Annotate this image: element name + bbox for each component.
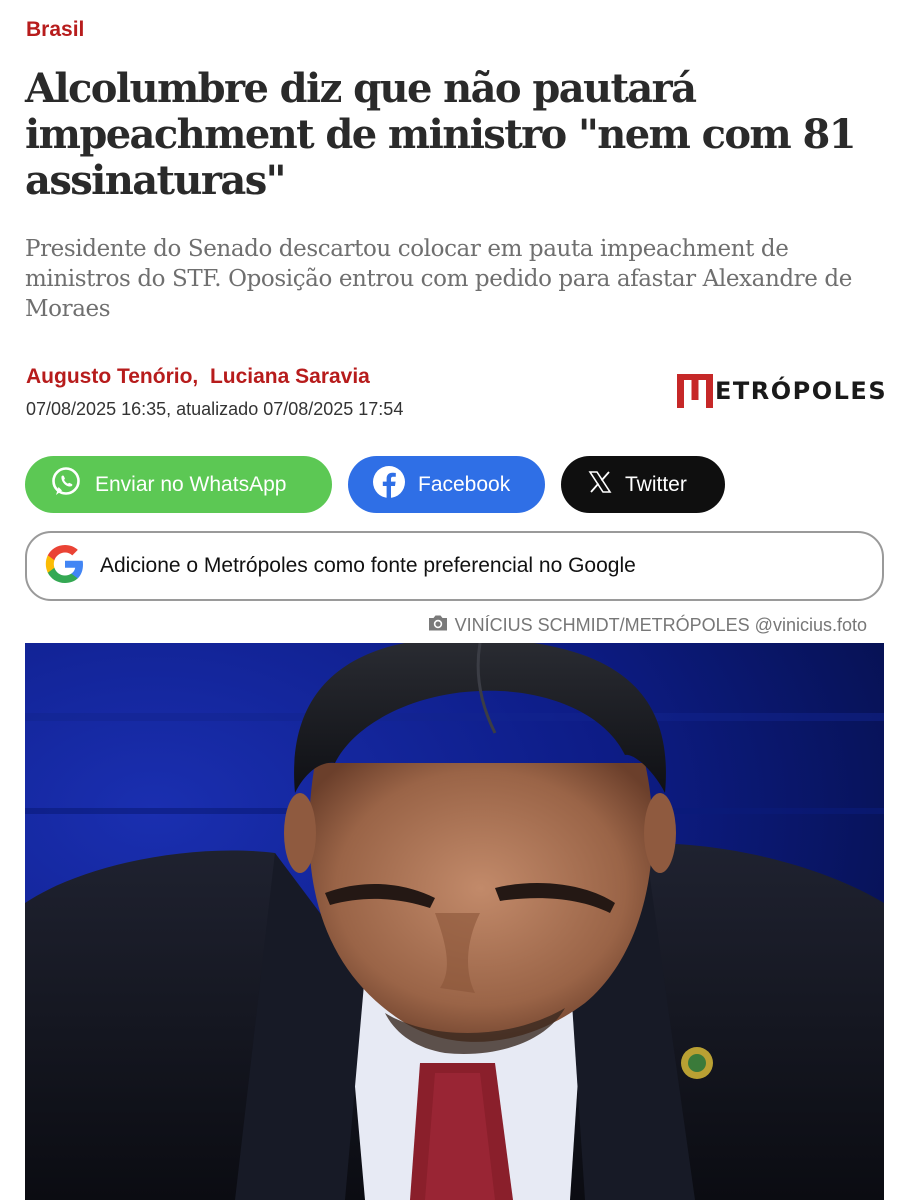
facebook-icon: [372, 465, 406, 505]
photo-credit: VINÍCIUS SCHMIDT/METRÓPOLES @vinicius.fo…: [427, 614, 867, 637]
author-link[interactable]: Augusto Tenório: [26, 365, 192, 388]
camera-icon: [427, 614, 449, 637]
share-twitter-label: Twitter: [625, 472, 687, 496]
google-preferred-source-label: Adicione o Metrópoles como fonte prefere…: [100, 554, 636, 577]
metropoles-logo[interactable]: ETRÓPOLES: [677, 374, 887, 408]
x-icon: [587, 469, 613, 501]
google-icon: [43, 542, 87, 591]
article-photo: [25, 643, 884, 1200]
share-whatsapp-label: Enviar no WhatsApp: [95, 472, 287, 496]
share-twitter-button[interactable]: Twitter: [561, 456, 725, 513]
photo-credit-text: VINÍCIUS SCHMIDT/METRÓPOLES @vinicius.fo…: [454, 615, 867, 635]
share-facebook-button[interactable]: Facebook: [348, 456, 545, 513]
whatsapp-icon: [49, 465, 83, 505]
category-label[interactable]: Brasil: [26, 18, 84, 42]
share-facebook-label: Facebook: [418, 472, 511, 496]
share-whatsapp-button[interactable]: Enviar no WhatsApp: [25, 456, 332, 513]
article-photo-illustration: [25, 643, 884, 1200]
logo-m-icon: [677, 374, 713, 408]
author-link[interactable]: Luciana Saravia: [210, 365, 370, 388]
google-preferred-source-button[interactable]: Adicione o Metrópoles como fonte prefere…: [25, 531, 884, 601]
subtitle: Presidente do Senado descartou colocar e…: [25, 236, 852, 322]
publish-dates: 07/08/2025 16:35, atualizado 07/08/2025 …: [26, 399, 404, 419]
author-list: Augusto Tenório, Luciana Saravia: [26, 365, 370, 389]
author-separator: ,: [192, 365, 199, 388]
headline: Alcolumbre diz que não pautará impeachme…: [25, 65, 857, 204]
logo-text: ETRÓPOLES: [715, 377, 888, 405]
